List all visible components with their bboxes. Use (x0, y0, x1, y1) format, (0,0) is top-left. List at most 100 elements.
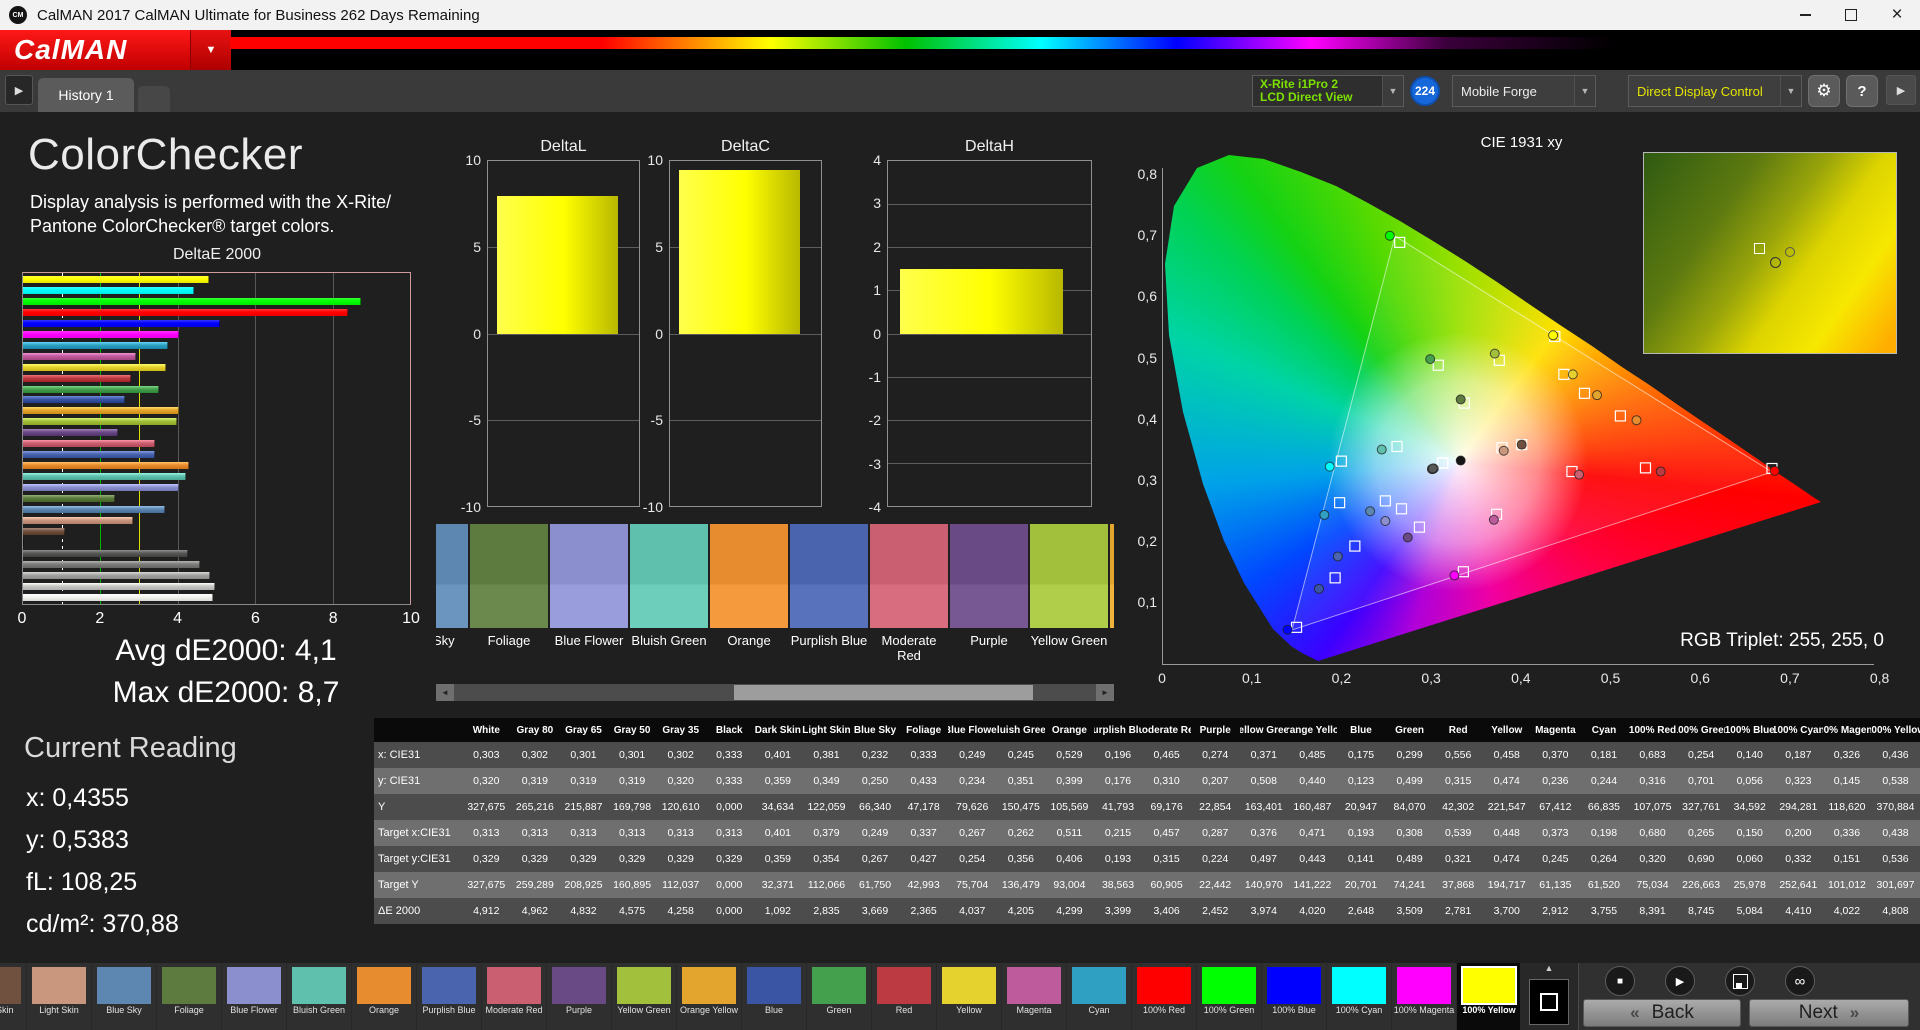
table-cell: 0,690 (1688, 853, 1715, 865)
color-patch-button[interactable]: 100% Red (1132, 963, 1196, 1030)
color-patch-button[interactable]: 100% Blue (1262, 963, 1326, 1030)
table-cell: 101,012 (1827, 879, 1866, 891)
table-corner-cell (374, 718, 462, 742)
color-patch-button[interactable]: Yellow (937, 963, 1001, 1030)
patch-swatch-item[interactable]: Bluish Green (630, 524, 708, 663)
back-button[interactable]: « Back (1583, 999, 1741, 1027)
patch-swatch-item[interactable]: Moderate Red (870, 524, 948, 663)
logo-menu-button[interactable]: ▼ (190, 30, 231, 70)
table-cell: 38,563 (1101, 879, 1135, 891)
gear-icon: ⚙ (1816, 81, 1832, 100)
continuous-measure-button[interactable]: ∞ (1785, 966, 1815, 996)
table-cell: 0,401 (764, 827, 791, 839)
patch-swatch-item[interactable]: Orange Yellow (1110, 524, 1114, 663)
pattern-window-button[interactable] (1529, 979, 1569, 1025)
help-button[interactable]: ? (1846, 75, 1878, 107)
workflow-dropdown-label: Direct Display Control (1637, 83, 1763, 99)
table-cell: 4,832 (570, 905, 597, 917)
play-button[interactable]: ▶ (1665, 966, 1695, 996)
gridline (888, 419, 1091, 421)
minimize-icon (1799, 14, 1811, 16)
save-button[interactable] (1725, 966, 1755, 996)
color-patch-button[interactable]: Red (872, 963, 936, 1030)
tab-scroll-right-button[interactable]: ▶ (1886, 75, 1916, 105)
deltae-bar-row (23, 571, 410, 579)
patch-swatch (1007, 967, 1061, 1004)
color-patch-button[interactable]: Bluish Green (287, 963, 351, 1030)
table-cell: 0,536 (1882, 853, 1909, 865)
collapse-icon[interactable]: ▲ (1545, 964, 1554, 973)
reading-x: x: 0,4355 (26, 784, 129, 812)
table-col-header: Yellow Green (1239, 724, 1289, 736)
table-cell: 75,704 (956, 879, 989, 891)
patch-strip: Blue Sky Foliage Blue Flower Bluish Green Or… (436, 524, 1114, 676)
patch-label: Purplish Blue (790, 633, 868, 648)
color-patch-button[interactable]: Orange Yellow (677, 963, 741, 1030)
color-patch-button[interactable]: 100% Cyan (1327, 963, 1391, 1030)
table-col-header: 100% Green (1677, 724, 1726, 736)
meter-dropdown[interactable]: X-Rite i1Pro 2 LCD Direct View ▼ (1252, 75, 1404, 107)
patch-swatch-item[interactable]: Purple (950, 524, 1028, 663)
patch-swatch-item[interactable]: Foliage (470, 524, 548, 663)
color-patch-button[interactable]: Yellow Green (612, 963, 676, 1030)
patch-swatch-item[interactable]: Blue Sky (436, 524, 468, 663)
color-patch-button[interactable]: Blue Sky (92, 963, 156, 1030)
patch-strip-scrollbar[interactable]: ◄ ► (436, 684, 1114, 701)
next-button[interactable]: Next » (1749, 999, 1909, 1027)
deltae-bar (23, 363, 167, 371)
deltae-bar-row (23, 549, 410, 557)
color-patch-button[interactable]: Blue Flower (222, 963, 286, 1030)
tab-new[interactable] (138, 86, 170, 112)
table-cell: 0,538 (1882, 775, 1909, 787)
measured-point (1282, 624, 1293, 635)
table-cell: 0,319 (521, 775, 549, 787)
color-patch-button[interactable]: Moderate Red (482, 963, 546, 1030)
table-cell: 0,302 (521, 749, 549, 761)
patch-swatch-item[interactable]: Blue Flower (550, 524, 628, 663)
patch-swatch-item[interactable]: Purplish Blue (790, 524, 868, 663)
close-button[interactable]: × (1874, 0, 1920, 30)
color-patch-button[interactable]: 100% Magenta (1392, 963, 1456, 1030)
color-patch-button[interactable]: Orange (352, 963, 416, 1030)
tab-scroll-left-button[interactable]: ▶ (5, 75, 33, 105)
minimize-button[interactable] (1782, 0, 1828, 30)
delta-bar (497, 195, 618, 334)
deltae-bar-row (23, 495, 410, 503)
source-dropdown[interactable]: Mobile Forge ▼ (1452, 75, 1596, 107)
deltae-bar (23, 286, 194, 294)
stop-button[interactable]: ■ (1605, 966, 1635, 996)
workflow-dropdown[interactable]: Direct Display Control ▼ (1628, 75, 1802, 107)
tab-history-1[interactable]: History 1 (38, 78, 134, 112)
scroll-left-button[interactable]: ◄ (436, 684, 454, 701)
color-patch-button[interactable]: Dark Skin (0, 963, 26, 1030)
scrollbar-thumb[interactable] (734, 685, 1033, 700)
color-patch-button[interactable]: Green (807, 963, 871, 1030)
deltae-bar (23, 473, 186, 481)
color-patch-button[interactable]: Purple (547, 963, 611, 1030)
table-cell: 0,313 (667, 827, 694, 839)
table-cell: 0,145 (1833, 775, 1861, 787)
window-title: CalMAN 2017 CalMAN Ultimate for Business… (37, 6, 480, 24)
color-patch-button[interactable]: Blue (742, 963, 806, 1030)
maximize-button[interactable] (1828, 0, 1874, 30)
color-patch-button[interactable]: Magenta (1002, 963, 1066, 1030)
table-cell: 84,070 (1393, 801, 1426, 813)
table-cell: 20,701 (1344, 879, 1378, 891)
patch-swatch-item[interactable]: Orange (710, 524, 788, 663)
table-cell: 0,406 (1056, 853, 1083, 865)
table-cell: 41,793 (1101, 801, 1135, 813)
color-patch-button[interactable]: Foliage (157, 963, 221, 1030)
meter-count-badge[interactable]: 224 (1410, 76, 1440, 106)
scroll-right-button[interactable]: ► (1096, 684, 1114, 701)
color-patch-button[interactable]: Light Skin (27, 963, 91, 1030)
color-patch-button[interactable]: 100% Yellow (1457, 963, 1520, 1030)
settings-button[interactable]: ⚙ (1808, 75, 1840, 107)
measured-point (1324, 461, 1335, 472)
color-patch-button[interactable]: Purplish Blue (417, 963, 481, 1030)
table-cell: 0,329 (570, 853, 597, 865)
patch-swatch-item[interactable]: Yellow Green (1030, 524, 1108, 663)
color-patch-button[interactable]: 100% Green (1197, 963, 1261, 1030)
color-patch-button[interactable]: Cyan (1067, 963, 1131, 1030)
table-cell: 0,262 (1007, 827, 1034, 839)
measured-point (1592, 390, 1603, 401)
